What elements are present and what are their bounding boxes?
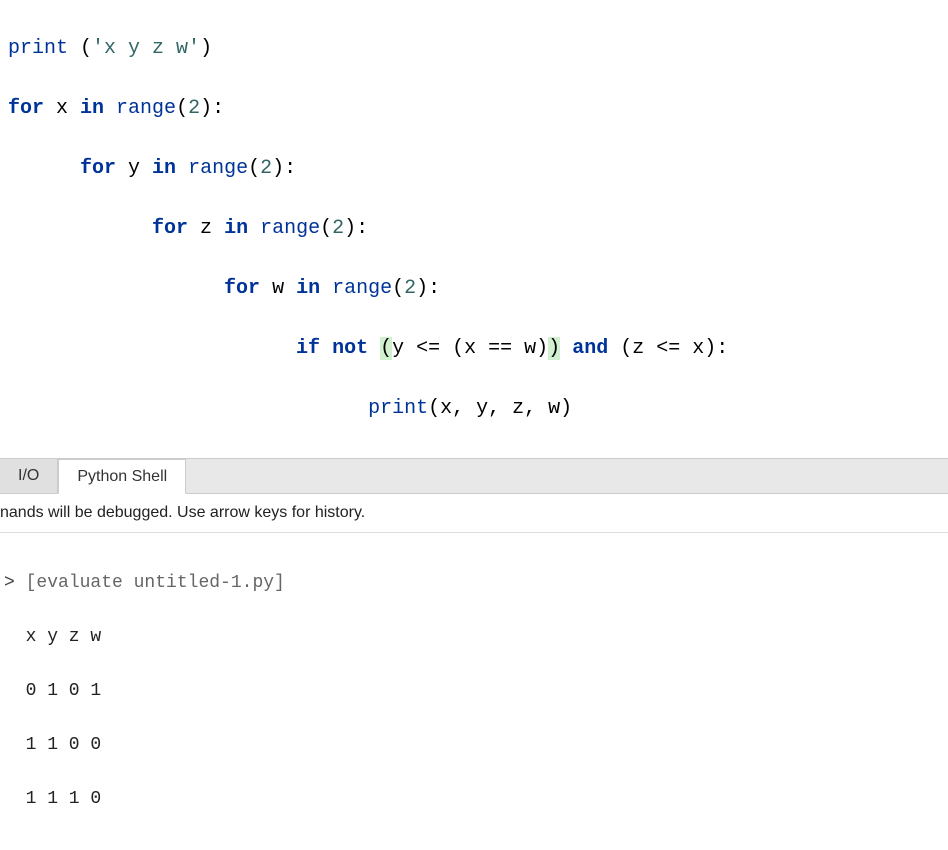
output-row: 0 1 0 1 — [4, 678, 944, 705]
kw-and: and — [572, 337, 608, 360]
prompt: > — [4, 573, 15, 593]
tab-python-shell[interactable]: Python Shell — [58, 459, 186, 494]
code-line: for w in range(2): — [8, 274, 940, 304]
bracket-highlight: ) — [548, 337, 560, 360]
output-header: x y z w — [4, 624, 944, 651]
code-line: for z in range(2): — [8, 214, 940, 244]
code-line: print(x, y, z, w) — [8, 394, 940, 424]
code-editor[interactable]: print ('x y z w') for x in range(2): for… — [0, 0, 948, 458]
eval-text: [evaluate untitled-1.py] — [15, 573, 285, 593]
tabs-bar: I/O Python Shell — [0, 458, 948, 494]
shell-notice: nands will be debugged. Use arrow keys f… — [0, 494, 948, 533]
string-literal: 'x y z w' — [92, 37, 200, 60]
shell-output[interactable]: > [evaluate untitled-1.py] x y z w 0 1 0… — [0, 533, 948, 850]
bracket-highlight: ( — [380, 337, 392, 360]
kw-not: not — [332, 337, 368, 360]
code-line: for x in range(2): — [8, 94, 940, 124]
kw-in: in — [80, 97, 104, 120]
output-row: 1 1 0 0 — [4, 732, 944, 759]
code-line: for y in range(2): — [8, 154, 940, 184]
shell-line: > [evaluate untitled-1.py] — [4, 570, 944, 597]
kw-for: for — [8, 97, 44, 120]
kw-if: if — [296, 337, 320, 360]
code-line: print ('x y z w') — [8, 34, 940, 64]
fn-print: print — [8, 37, 68, 60]
output-row: 1 1 1 0 — [4, 786, 944, 813]
code-line: if not (y <= (x == w)) and (z <= x): — [8, 334, 940, 364]
tab-io[interactable]: I/O — [0, 459, 58, 493]
